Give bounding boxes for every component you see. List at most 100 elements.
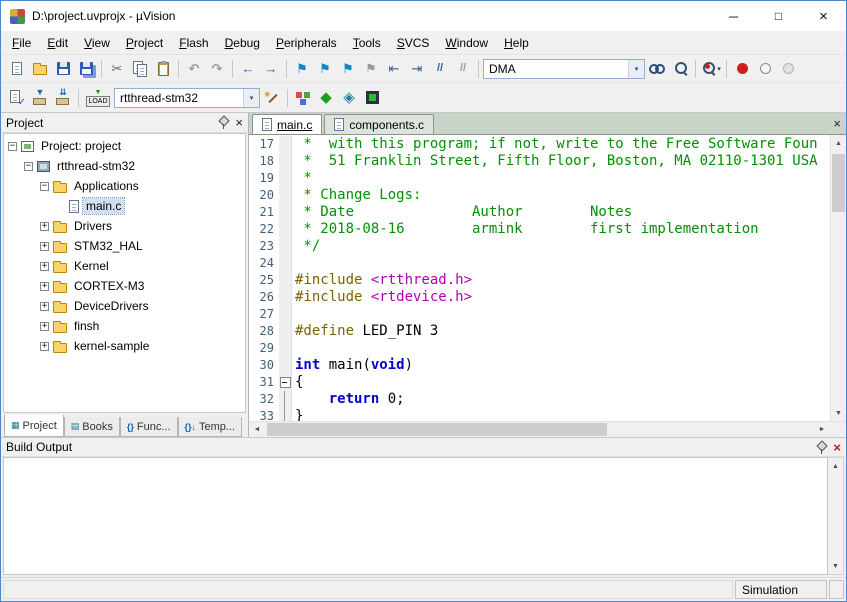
tree-item-rtthread-stm32[interactable]: −rtthread-stm32 [4, 156, 245, 176]
uncomment-button[interactable]: // [452, 58, 474, 80]
flash-download-button[interactable]: ▼ LOAD [83, 86, 113, 110]
menu-item-svcs[interactable]: SVCS [389, 33, 438, 53]
manage-project-items-button[interactable] [292, 87, 314, 109]
build-output-content[interactable] [3, 457, 828, 575]
kill-breakpoints-button[interactable] [777, 58, 799, 80]
editor-vertical-scrollbar[interactable]: ▲ ▼ [830, 135, 846, 421]
find-combo-dropdown[interactable]: ▾ [628, 60, 644, 78]
new-file-button[interactable] [6, 58, 28, 80]
tree-item-applications[interactable]: −Applications [4, 176, 245, 196]
menu-item-file[interactable]: File [4, 33, 39, 53]
scroll-right-button[interactable]: ► [814, 422, 830, 437]
pack-installer-button[interactable] [361, 87, 383, 109]
save-all-button[interactable] [75, 58, 97, 80]
undo-button[interactable]: ↶ [183, 58, 205, 80]
menu-item-peripherals[interactable]: Peripherals [268, 33, 345, 53]
debug-find-button[interactable]: ▾ [700, 58, 722, 80]
tree-item-devicedrivers[interactable]: +DeviceDrivers [4, 296, 245, 316]
navigate-forward-button[interactable]: → [260, 58, 282, 80]
menu-item-view[interactable]: View [76, 33, 118, 53]
expand-icon[interactable]: + [40, 322, 49, 331]
scroll-down-button[interactable]: ▼ [831, 405, 846, 421]
paste-button[interactable] [152, 58, 174, 80]
scroll-up-button[interactable]: ▲ [828, 458, 843, 474]
project-tree[interactable]: −Project: project−rtthread-stm32−Applica… [3, 133, 246, 413]
bookmark-toggle-button[interactable]: ⚑ [291, 58, 313, 80]
scroll-down-button[interactable]: ▼ [828, 558, 843, 574]
target-select-combo[interactable]: rtthread-stm32 ▾ [114, 88, 260, 108]
menu-item-window[interactable]: Window [437, 33, 496, 53]
tree-item-main-c[interactable]: main.c [4, 196, 245, 216]
pin-icon[interactable] [216, 116, 229, 129]
scroll-track[interactable] [265, 422, 814, 437]
target-combo-dropdown[interactable]: ▾ [243, 89, 259, 107]
expand-icon[interactable]: + [40, 222, 49, 231]
find-combo[interactable]: DMA ▾ [483, 59, 645, 79]
expand-icon[interactable]: + [40, 302, 49, 311]
fold-collapse-icon[interactable] [279, 374, 292, 391]
menu-item-flash[interactable]: Flash [171, 33, 216, 53]
panel-tab-books[interactable]: ▤Books [64, 417, 120, 437]
menu-item-debug[interactable]: Debug [217, 33, 268, 53]
scroll-up-button[interactable]: ▲ [831, 135, 846, 151]
bookmark-prev-button[interactable]: ⚑ [314, 58, 336, 80]
editor-tab-components-c[interactable]: components.c [324, 114, 434, 134]
expand-icon[interactable]: + [40, 282, 49, 291]
navigate-back-button[interactable]: ← [237, 58, 259, 80]
collapse-icon[interactable]: − [24, 162, 33, 171]
manage-rte-button[interactable]: ◆ [315, 87, 337, 109]
tree-item-kernel[interactable]: +Kernel [4, 256, 245, 276]
tree-item-cortex-m3[interactable]: +CORTEX-M3 [4, 276, 245, 296]
panel-tab-project[interactable]: ▦Project [4, 415, 64, 437]
editor-close-icon[interactable]: × [833, 117, 841, 130]
expand-icon[interactable]: + [40, 242, 49, 251]
translate-button[interactable]: ✓ [6, 87, 28, 109]
scroll-track[interactable] [828, 474, 843, 558]
find-in-files-button[interactable] [646, 58, 668, 80]
redo-button[interactable]: ↷ [206, 58, 228, 80]
save-button[interactable] [52, 58, 74, 80]
find-button[interactable] [669, 58, 691, 80]
menu-item-tools[interactable]: Tools [345, 33, 389, 53]
scroll-thumb[interactable] [832, 154, 845, 212]
build-button[interactable]: ▼ [29, 87, 51, 109]
menu-item-edit[interactable]: Edit [39, 33, 76, 53]
scroll-thumb[interactable] [267, 423, 607, 436]
editor-tab-main-c[interactable]: main.c [252, 114, 322, 134]
collapse-icon[interactable]: − [8, 142, 17, 151]
tree-item-stm32-hal[interactable]: +STM32_HAL [4, 236, 245, 256]
close-button[interactable]: × [801, 1, 846, 31]
open-file-button[interactable] [29, 58, 51, 80]
build-output-scrollbar[interactable]: ▲ ▼ [828, 457, 844, 575]
indent-button[interactable]: ⇥ [406, 58, 428, 80]
minimize-button[interactable]: ─ [711, 1, 756, 31]
bookmark-next-button[interactable]: ⚑ [337, 58, 359, 80]
expand-icon[interactable]: + [40, 342, 49, 351]
panel-close-icon[interactable]: × [235, 116, 243, 129]
copy-button[interactable] [129, 58, 151, 80]
disable-breakpoint-button[interactable] [754, 58, 776, 80]
panel-tab-func[interactable]: {}Func... [120, 417, 178, 437]
tree-item-project-project[interactable]: −Project: project [4, 136, 245, 156]
editor-horizontal-scrollbar[interactable]: ◄ ► [249, 421, 846, 437]
pin-icon[interactable] [814, 441, 827, 454]
menu-item-help[interactable]: Help [496, 33, 537, 53]
tree-item-kernel-sample[interactable]: +kernel-sample [4, 336, 245, 356]
menu-item-project[interactable]: Project [118, 33, 171, 53]
tree-item-finsh[interactable]: +finsh [4, 316, 245, 336]
maximize-button[interactable]: □ [756, 1, 801, 31]
select-software-packs-button[interactable]: ◈ [338, 87, 360, 109]
expand-icon[interactable]: + [40, 262, 49, 271]
code-lines[interactable]: 17 * with this program; if not, write to… [249, 135, 830, 421]
build-output-close-icon[interactable]: × [833, 441, 841, 454]
scroll-left-button[interactable]: ◄ [249, 422, 265, 437]
tree-item-drivers[interactable]: +Drivers [4, 216, 245, 236]
unindent-button[interactable]: ⇤ [383, 58, 405, 80]
collapse-icon[interactable]: − [40, 182, 49, 191]
insert-breakpoint-button[interactable] [731, 58, 753, 80]
scroll-track[interactable] [831, 151, 846, 405]
rebuild-button[interactable]: ⇊ [52, 87, 74, 109]
options-for-target-button[interactable]: * [261, 87, 283, 109]
comment-button[interactable]: // [429, 58, 451, 80]
bookmark-clear-button[interactable]: ⚑ [360, 58, 382, 80]
